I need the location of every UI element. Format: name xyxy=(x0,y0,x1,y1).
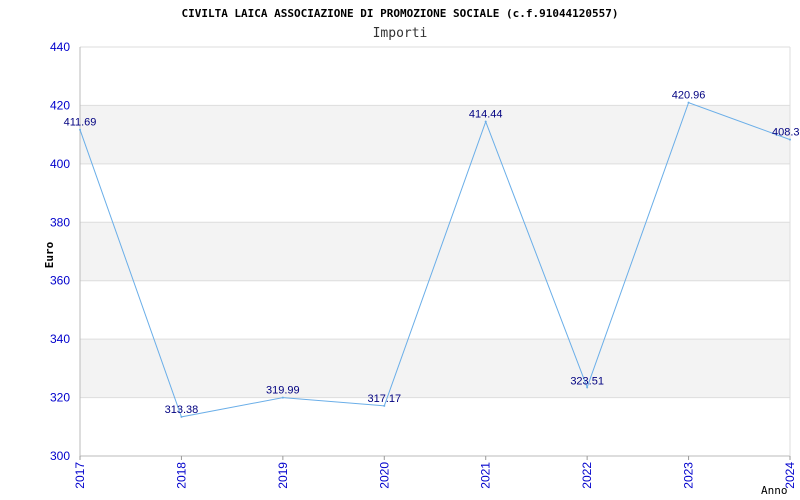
y-tick-label: 400 xyxy=(50,157,70,171)
data-point xyxy=(383,404,386,407)
data-point xyxy=(281,396,284,399)
grid-band xyxy=(80,105,790,164)
y-tick-label: 420 xyxy=(50,98,70,112)
plot-background xyxy=(80,105,790,398)
y-tick-label: 440 xyxy=(50,40,70,54)
data-label: 317.17 xyxy=(367,393,401,405)
data-point xyxy=(789,138,791,141)
y-tick-label: 380 xyxy=(50,215,70,229)
x-tick-label: 2022 xyxy=(580,462,594,489)
y-tick-label: 360 xyxy=(50,274,70,288)
x-tick-label: 2023 xyxy=(682,462,696,489)
x-tick-label: 2017 xyxy=(73,462,87,489)
x-tick-label: 2018 xyxy=(174,462,188,489)
chart-subtitle: Importi xyxy=(373,26,428,41)
y-tick-label: 320 xyxy=(50,391,70,405)
data-label: 323.51 xyxy=(570,375,604,387)
data-point xyxy=(687,101,690,104)
y-tick-label: 340 xyxy=(50,332,70,346)
data-label: 313.38 xyxy=(165,404,199,416)
data-label: 319.99 xyxy=(266,385,300,397)
data-point xyxy=(79,128,81,131)
data-point xyxy=(484,120,487,123)
data-label: 408.3 xyxy=(772,127,800,139)
line-chart: CIVILTA LAICA ASSOCIAZIONE DI PROMOZIONE… xyxy=(43,7,800,497)
x-axis-ticks: 2017 2018 2019 2020 2021 2022 2023 2024 xyxy=(73,456,797,489)
x-tick-label: 2021 xyxy=(479,462,493,489)
data-label: 420.96 xyxy=(672,90,706,102)
grid-band xyxy=(80,222,790,281)
y-tick-label: 300 xyxy=(50,449,70,463)
grid-band xyxy=(80,339,790,398)
y-axis-label: Euro xyxy=(43,241,56,268)
data-label: 414.44 xyxy=(469,109,503,121)
x-axis-label: Anno xyxy=(761,484,788,497)
x-tick-label: 2019 xyxy=(276,462,290,489)
data-point xyxy=(180,415,183,418)
chart-title: CIVILTA LAICA ASSOCIAZIONE DI PROMOZIONE… xyxy=(181,7,618,20)
x-tick-label: 2020 xyxy=(377,462,391,489)
data-label: 411.69 xyxy=(64,117,97,129)
